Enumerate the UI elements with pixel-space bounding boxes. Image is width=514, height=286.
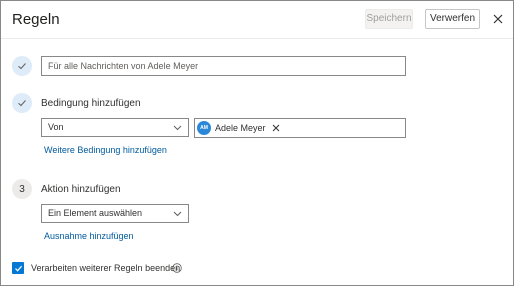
action-select-placeholder: Ein Element auswählen <box>48 208 143 218</box>
rule-name-input[interactable]: Für alle Nachrichten von Adele Meyer <box>41 56 406 76</box>
action-select[interactable]: Ein Element auswählen <box>41 204 189 223</box>
save-button[interactable]: Speichern <box>365 9 413 29</box>
condition-select-value: Von <box>48 122 64 132</box>
rules-dialog: Regeln Speichern Verwerfen Für alle Nach… <box>0 0 514 286</box>
add-condition-link[interactable]: Weitere Bedingung hinzufügen <box>44 145 167 155</box>
checkmark-icon <box>14 265 22 272</box>
stop-processing-checkbox[interactable] <box>12 262 24 274</box>
chevron-down-icon <box>173 125 182 131</box>
checkmark-icon <box>18 63 26 70</box>
condition-select[interactable]: Von <box>41 118 189 137</box>
discard-button[interactable]: Verwerfen <box>425 9 480 29</box>
condition-heading: Bedingung hinzufügen <box>41 98 141 109</box>
close-icon[interactable] <box>491 12 505 26</box>
dialog-title: Regeln <box>12 11 60 28</box>
add-exception-link[interactable]: Ausnahme hinzufügen <box>44 231 134 241</box>
step-2-done <box>12 93 32 113</box>
step-3-number: 3 <box>12 179 32 199</box>
checkmark-icon <box>18 100 26 107</box>
chevron-down-icon <box>173 211 182 217</box>
avatar: AM <box>197 121 211 135</box>
step-1-done <box>12 56 32 76</box>
action-heading: Aktion hinzufügen <box>41 184 121 195</box>
header-divider <box>1 38 513 39</box>
stop-processing-label: Verarbeiten weiterer Regeln beenden <box>31 263 181 273</box>
recipient-chip[interactable]: AM Adele Meyer <box>197 121 280 135</box>
remove-recipient-icon[interactable] <box>272 124 280 132</box>
info-icon[interactable] <box>172 263 182 273</box>
recipient-name: Adele Meyer <box>215 123 266 133</box>
